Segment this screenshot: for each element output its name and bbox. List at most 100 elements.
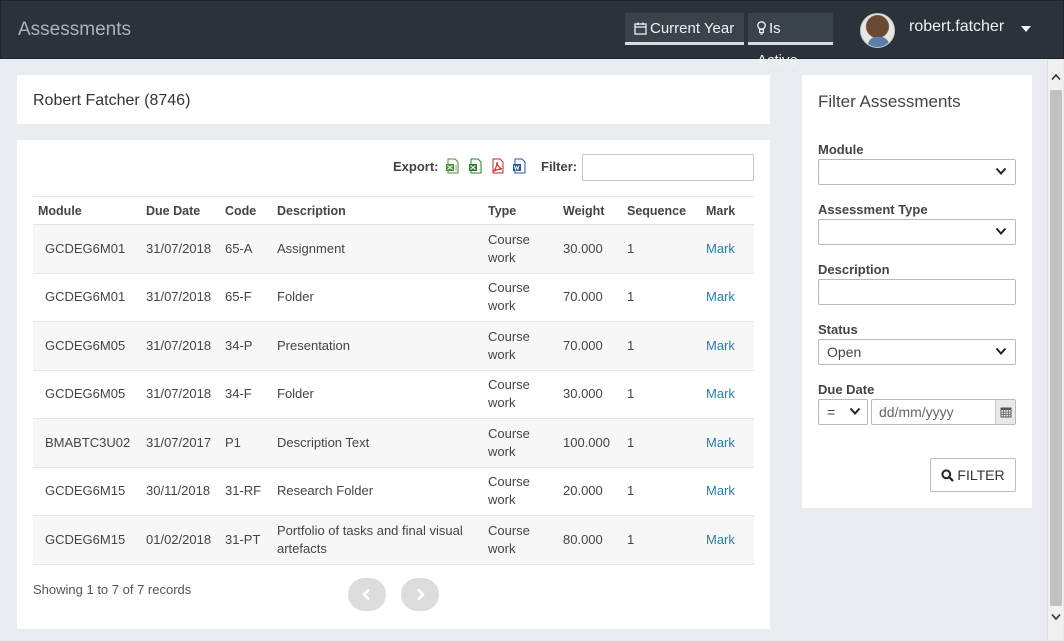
due-date-operator-value: = <box>827 404 836 420</box>
mark-cell: Mark <box>701 467 754 516</box>
type-cell: Course work <box>483 467 558 516</box>
sequence-cell: 1 <box>622 273 701 322</box>
column-header-type[interactable]: Type <box>483 196 558 225</box>
module-cell: GCDEG6M01 <box>33 224 141 274</box>
filter-panel: Filter Assessments Module Assessment Typ… <box>802 75 1032 508</box>
user-menu-caret-icon[interactable] <box>1021 26 1031 32</box>
mark-link[interactable]: Mark <box>706 483 735 498</box>
mark-link[interactable]: Mark <box>706 289 735 304</box>
module-cell: GCDEG6M01 <box>33 273 141 322</box>
word-icon[interactable] <box>512 158 527 174</box>
status-label: Status <box>818 322 858 337</box>
column-header-weight[interactable]: Weight <box>558 196 622 225</box>
description-cell: Assignment <box>272 224 483 274</box>
calendar-button[interactable] <box>995 400 1015 424</box>
table-row: GCDEG6M05 31/07/2018 34-F Folder Course … <box>33 370 754 419</box>
sequence-cell: 1 <box>622 418 701 468</box>
type-cell: Course work <box>483 418 558 468</box>
due-date-cell: 01/02/2018 <box>141 515 220 565</box>
weight-cell: 70.000 <box>558 273 622 322</box>
code-cell: P1 <box>220 418 272 468</box>
weight-cell: 20.000 <box>558 467 622 516</box>
export-label: Export: <box>393 159 439 174</box>
column-header-module[interactable]: Module <box>33 196 141 225</box>
username[interactable]: robert.fatcher <box>909 18 1004 36</box>
student-name: Robert Fatcher (8746) <box>33 92 191 109</box>
mark-cell: Mark <box>701 224 754 274</box>
due-date-cell: 31/07/2018 <box>141 321 220 371</box>
status-select[interactable]: Open <box>818 339 1016 365</box>
sequence-cell: 1 <box>622 467 701 516</box>
avatar[interactable] <box>860 13 895 48</box>
module-cell: BMABTC3U02 <box>33 418 141 468</box>
mark-cell: Mark <box>701 370 754 419</box>
chevron-left-icon <box>362 588 370 601</box>
type-cell: Course work <box>483 321 558 371</box>
due-date-cell: 31/07/2018 <box>141 273 220 322</box>
column-header-mark[interactable]: Mark <box>701 196 754 225</box>
mark-cell: Mark <box>701 515 754 565</box>
excel-csv-icon[interactable] <box>445 158 460 174</box>
due-date-cell: 30/11/2018 <box>141 467 220 516</box>
filter-panel-title: Filter Assessments <box>818 92 961 111</box>
column-header-code[interactable]: Code <box>220 196 272 225</box>
description-cell: Presentation <box>272 321 483 371</box>
mark-cell: Mark <box>701 273 754 322</box>
student-panel: Robert Fatcher (8746) <box>17 75 770 124</box>
module-cell: GCDEG6M05 <box>33 321 141 371</box>
due-date-input[interactable]: dd/mm/yyyy <box>871 399 1016 425</box>
weight-cell: 80.000 <box>558 515 622 565</box>
scrollbar-thumb[interactable] <box>1050 90 1062 606</box>
chevron-down-icon <box>995 227 1007 235</box>
excel-icon[interactable] <box>468 158 483 174</box>
code-cell: 31-PT <box>220 515 272 565</box>
is-active-chip[interactable]: Is Active <box>748 13 833 69</box>
column-header-description[interactable]: Description <box>272 196 483 225</box>
current-year-chip[interactable]: Current Year <box>625 13 744 45</box>
description-cell: Folder <box>272 273 483 322</box>
mark-link[interactable]: Mark <box>706 386 735 401</box>
assessments-table: Module Due Date Code Description Type We… <box>33 196 754 565</box>
weight-cell: 100.000 <box>558 418 622 468</box>
description-cell: Folder <box>272 370 483 419</box>
description-cell: Portfolio of tasks and final visual arte… <box>272 515 483 565</box>
top-bar: Assessments Current Year Is Active rober… <box>0 0 1064 69</box>
mark-cell: Mark <box>701 321 754 371</box>
mark-cell: Mark <box>701 418 754 468</box>
module-select[interactable] <box>818 159 1016 185</box>
pdf-icon[interactable] <box>490 158 505 174</box>
due-date-cell: 31/07/2018 <box>141 224 220 274</box>
table-row: GCDEG6M15 01/02/2018 31-PT Portfolio of … <box>33 515 754 565</box>
module-cell: GCDEG6M15 <box>33 515 141 565</box>
filter-button[interactable]: FILTER <box>930 458 1016 492</box>
table-filter-input[interactable] <box>582 154 754 181</box>
mark-link[interactable]: Mark <box>706 532 735 547</box>
vertical-scrollbar[interactable] <box>1047 60 1063 640</box>
table-row: BMABTC3U02 31/07/2017 P1 Description Tex… <box>33 418 754 468</box>
table-row: GCDEG6M01 31/07/2018 65-F Folder Course … <box>33 273 754 322</box>
sequence-cell: 1 <box>622 224 701 274</box>
table-header-row: Module Due Date Code Description Type We… <box>33 196 754 225</box>
assessment-type-select[interactable] <box>818 219 1016 245</box>
calendar-icon <box>634 22 647 35</box>
due-date-label: Due Date <box>818 382 875 397</box>
scroll-up-arrow-icon[interactable] <box>1051 73 1061 81</box>
description-cell: Description Text <box>272 418 483 468</box>
mark-link[interactable]: Mark <box>706 435 735 450</box>
scroll-down-arrow-icon[interactable] <box>1051 613 1061 621</box>
chevron-down-icon <box>995 347 1007 355</box>
due-date-operator-select[interactable]: = <box>818 399 868 425</box>
mark-link[interactable]: Mark <box>706 241 735 256</box>
code-cell: 65-A <box>220 224 272 274</box>
column-header-due-date[interactable]: Due Date <box>141 196 220 225</box>
app-title: Assessments <box>18 19 131 40</box>
description-input[interactable] <box>818 279 1016 305</box>
next-page-button[interactable] <box>401 578 439 611</box>
mark-link[interactable]: Mark <box>706 338 735 353</box>
status-select-value: Open <box>827 344 862 360</box>
column-header-sequence[interactable]: Sequence <box>622 196 701 225</box>
previous-page-button[interactable] <box>348 578 386 611</box>
filter-button-label: FILTER <box>957 467 1005 483</box>
code-cell: 31-RF <box>220 467 272 516</box>
lightbulb-icon <box>757 21 766 35</box>
